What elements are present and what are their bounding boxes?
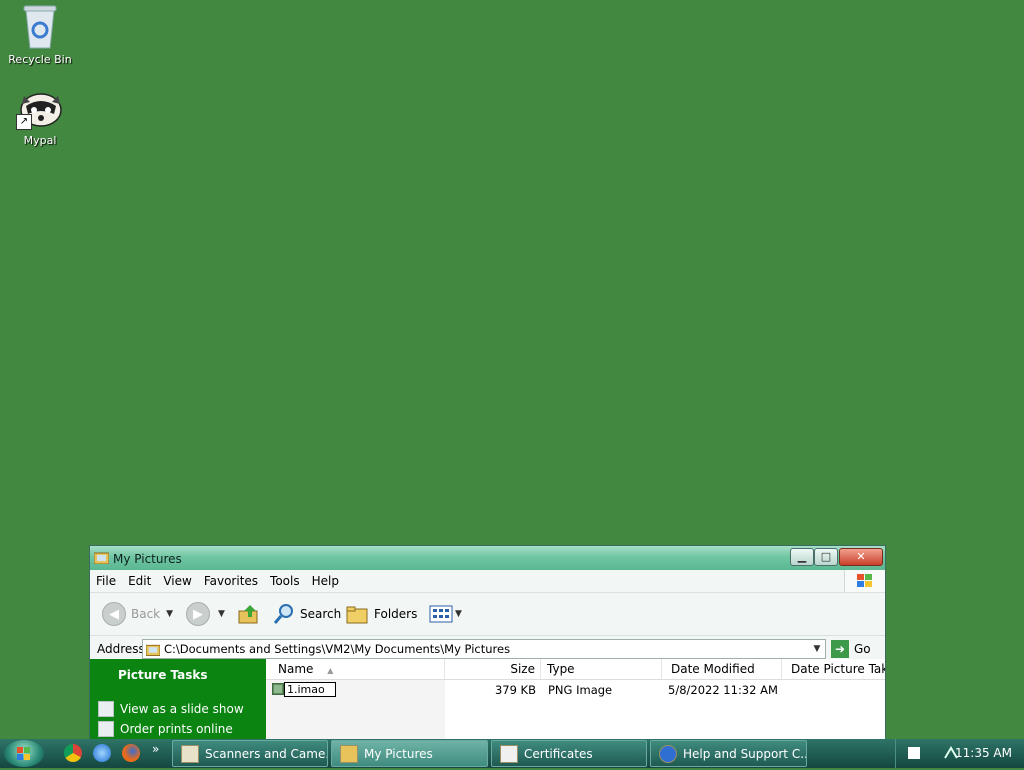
order-prints-icon xyxy=(98,721,114,737)
taskbar-button-my-pictures[interactable]: My Pictures xyxy=(331,740,488,767)
minimize-icon: ▁ xyxy=(797,550,807,563)
help-icon xyxy=(659,744,677,763)
toolbar: ◀ Back ▼ ▶ ▼ Search Folders ▼ xyxy=(90,593,885,636)
taskbar-button-certificates[interactable]: Certificates xyxy=(491,740,647,767)
minimize-button[interactable]: ▁ xyxy=(790,548,814,566)
column-label: Name xyxy=(278,662,314,676)
views-button[interactable]: ▼ xyxy=(429,593,462,635)
up-folder-button[interactable] xyxy=(238,593,260,635)
column-header-size[interactable]: Size xyxy=(445,659,541,679)
go-arrow-icon: ➜ xyxy=(831,640,849,658)
recycle-bin-icon xyxy=(22,2,58,50)
menu-favorites[interactable]: Favorites xyxy=(198,570,264,592)
quicklaunch-overflow-icon[interactable]: » xyxy=(152,742,159,756)
windows-logo-icon xyxy=(844,570,885,592)
task-order-prints[interactable]: Order prints online xyxy=(98,721,233,737)
taskbar-button-label: Scanners and Came... xyxy=(205,746,328,761)
back-label: Back xyxy=(131,607,161,621)
menu-file[interactable]: File xyxy=(90,570,122,592)
png-image-icon xyxy=(272,683,284,695)
picture-tasks-panel: Picture Tasks View as a slide show Order… xyxy=(90,659,266,740)
folder-icon xyxy=(146,644,160,656)
forward-arrow-icon: ▶ xyxy=(186,602,210,626)
column-header-type[interactable]: Type xyxy=(541,659,662,679)
desktop-icon-label: Recycle Bin xyxy=(8,53,72,66)
address-input[interactable]: C:\Documents and Settings\VM2\My Documen… xyxy=(142,639,826,659)
chevron-down-icon: ▼ xyxy=(455,609,462,619)
system-tray: 11:35 AM xyxy=(895,739,1024,768)
raccoon-icon: ↗ xyxy=(14,86,66,132)
address-label: Address xyxy=(97,642,145,656)
slide-show-icon xyxy=(98,701,114,717)
column-header-date-taken[interactable]: Date Picture Taken xyxy=(782,659,885,679)
rename-field[interactable] xyxy=(284,682,336,697)
views-icon xyxy=(429,605,453,623)
column-header-date-modified[interactable]: Date Modified xyxy=(662,659,782,679)
close-icon: ✕ xyxy=(856,550,866,563)
forward-button[interactable]: ▶ ▼ xyxy=(186,593,225,635)
file-type: PNG Image xyxy=(548,683,613,697)
go-button[interactable]: ➜ Go xyxy=(831,639,871,659)
menu-tools[interactable]: Tools xyxy=(264,570,306,592)
file-list[interactable]: Name ▲ Size Type Date Modified Date Pict… xyxy=(266,659,885,740)
clock[interactable]: 11:35 AM xyxy=(955,746,1012,760)
menu-edit[interactable]: Edit xyxy=(122,570,157,592)
chevron-down-icon: ▼ xyxy=(166,609,174,619)
desktop-icon-recycle-bin[interactable]: Recycle Bin xyxy=(0,2,80,66)
scanner-icon xyxy=(181,744,199,763)
sort-ascending-icon: ▲ xyxy=(327,666,334,675)
task-label: Order prints online xyxy=(120,722,233,736)
chevron-down-icon: ▼ xyxy=(218,609,225,619)
taskbar-button-label: Help and Support C... xyxy=(683,746,807,761)
taskbar-button-scanners[interactable]: Scanners and Came... xyxy=(172,740,328,767)
back-button[interactable]: ◀ Back ▼ xyxy=(102,593,173,635)
search-button[interactable]: Search xyxy=(272,593,341,635)
menu-help[interactable]: Help xyxy=(306,570,345,592)
shortcut-arrow-icon: ↗ xyxy=(16,114,32,130)
internet-explorer-icon[interactable] xyxy=(93,744,111,762)
folders-label: Folders xyxy=(374,607,418,621)
windows-logo-icon xyxy=(17,747,30,760)
folders-button[interactable]: Folders xyxy=(346,593,417,635)
taskbar-button-label: Certificates xyxy=(524,746,593,761)
folder-icon xyxy=(340,744,358,763)
table-row[interactable]: 379 KB PNG Image 5/8/2022 11:32 AM xyxy=(266,680,885,700)
go-label: Go xyxy=(854,642,871,656)
address-dropdown-icon[interactable]: ▼ xyxy=(809,644,825,654)
taskbar: » Scanners and Came... My Pictures Certi… xyxy=(0,739,1024,768)
folder-icon xyxy=(93,551,110,567)
menu-view[interactable]: View xyxy=(157,570,197,592)
up-folder-icon xyxy=(238,605,258,624)
column-headers: Name ▲ Size Type Date Modified Date Pict… xyxy=(266,659,885,680)
file-date-modified: 5/8/2022 11:32 AM xyxy=(668,683,778,697)
menu-bar: File Edit View Favorites Tools Help xyxy=(90,570,885,593)
desktop-icon-label: Mypal xyxy=(23,134,57,147)
chrome-icon[interactable] xyxy=(64,744,82,762)
file-size: 379 KB xyxy=(494,683,536,697)
window-title: My Pictures xyxy=(113,552,182,566)
task-slide-show[interactable]: View as a slide show xyxy=(98,701,244,717)
maximize-button[interactable]: □ xyxy=(814,548,838,566)
address-value: C:\Documents and Settings\VM2\My Documen… xyxy=(164,642,511,656)
search-label: Search xyxy=(300,607,342,621)
window-content: Picture Tasks View as a slide show Order… xyxy=(90,659,885,740)
keyboard-icon[interactable] xyxy=(908,747,920,759)
task-label: View as a slide show xyxy=(120,702,244,716)
picture-tasks-header[interactable]: Picture Tasks xyxy=(118,668,208,682)
explorer-window: My Pictures ▁ □ ✕ File Edit View Favorites T… xyxy=(89,545,886,741)
desktop-icon-mypal[interactable]: ↗ Mypal xyxy=(0,86,80,147)
certificates-icon xyxy=(500,744,518,763)
back-arrow-icon: ◀ xyxy=(102,602,126,626)
search-icon xyxy=(273,604,293,624)
start-button[interactable] xyxy=(4,740,44,767)
close-button[interactable]: ✕ xyxy=(839,548,883,566)
taskbar-button-label: My Pictures xyxy=(364,746,433,761)
folders-icon xyxy=(346,606,368,624)
taskbar-button-help-support[interactable]: Help and Support C... xyxy=(650,740,807,767)
firefox-icon[interactable] xyxy=(122,744,140,762)
column-header-name[interactable]: Name ▲ xyxy=(266,659,445,679)
title-bar[interactable]: My Pictures ▁ □ ✕ xyxy=(90,546,885,570)
maximize-icon: □ xyxy=(820,550,832,563)
